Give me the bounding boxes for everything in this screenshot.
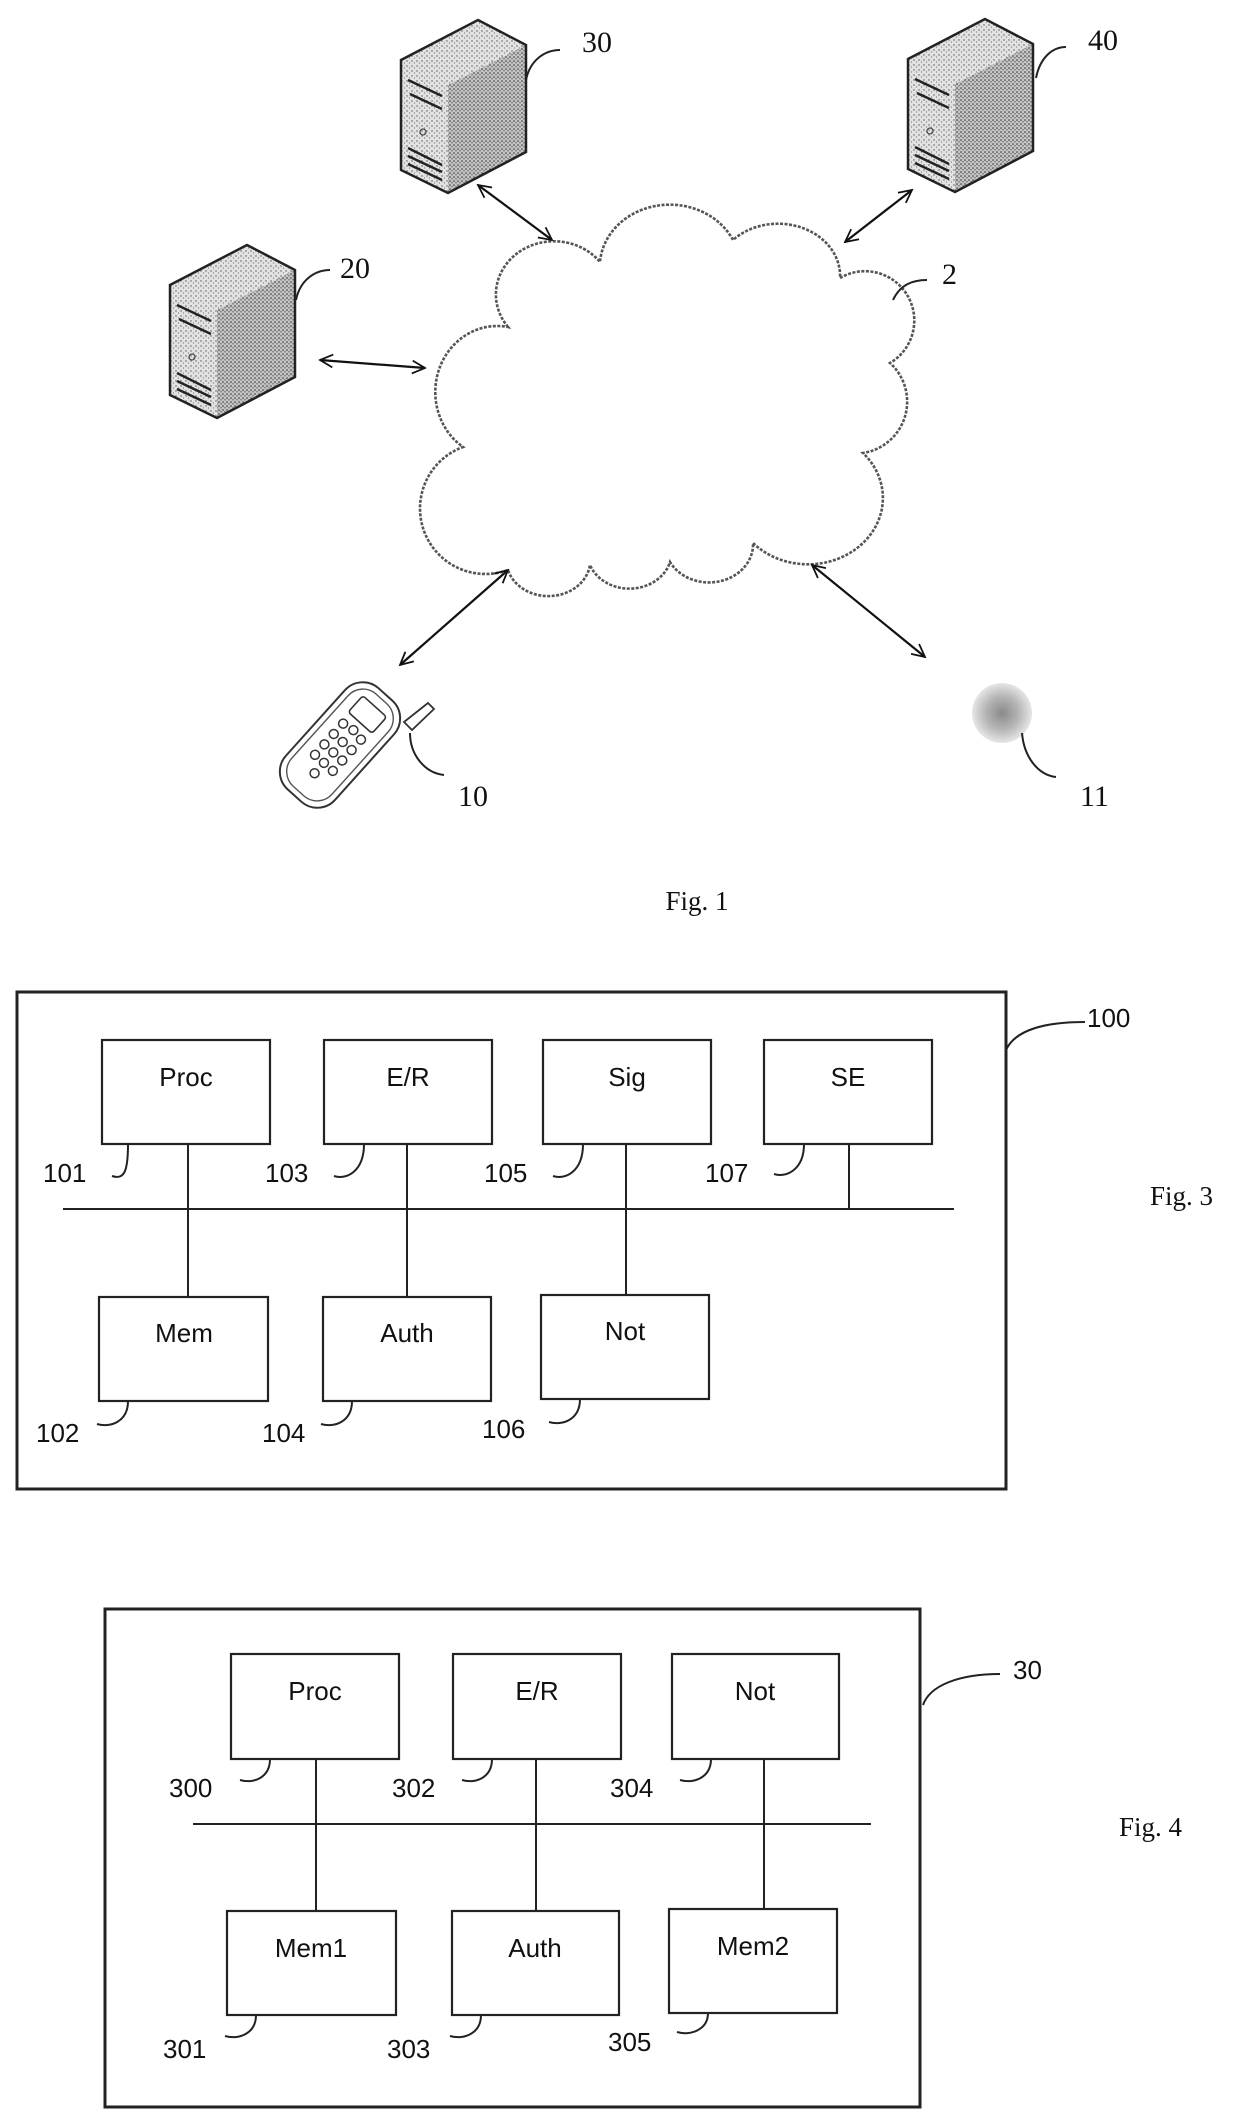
antenna-icon	[402, 701, 436, 732]
module-mem2: Mem2 305	[608, 1907, 839, 2057]
ref-leader	[224, 2014, 257, 2039]
ref-leader	[320, 1400, 353, 1427]
figure-4: 30 Proc 300 E/R 302 Not 304 Mem1 301 Aut…	[103, 1607, 1183, 2109]
module-label: E/R	[515, 1676, 558, 1706]
mobile-device-10: 10	[278, 681, 488, 813]
figure-1: 2 20 30 40 10 11 Fig. 1	[168, 17, 1118, 916]
ref-leader	[552, 1143, 584, 1178]
patent-drawing-sheet: 2 20 30 40 10 11 Fig. 1 100 Proc 101 E/R…	[15, 17, 1213, 2109]
server-20: 20	[168, 243, 370, 420]
network-cloud: 2	[418, 203, 957, 598]
module-ref: 303	[387, 2034, 430, 2064]
ref-leader	[679, 1758, 712, 1783]
ref-leader	[461, 1758, 493, 1783]
server-tower-icon	[906, 17, 1035, 194]
link-arrow-server-20	[320, 360, 425, 368]
module-label: Mem2	[717, 1931, 789, 1961]
figure-3: 100 Proc 101 E/R 103 Sig 105 SE 107 Mem …	[15, 990, 1213, 1491]
device-100-ref-label: 100	[1087, 1003, 1130, 1033]
server-30: 30	[399, 18, 612, 195]
token-leader-line	[1021, 732, 1057, 778]
server-20-ref-label: 20	[340, 252, 370, 285]
mobile-leader-line	[409, 732, 445, 776]
module-se: SE 107	[705, 1038, 934, 1188]
module-sig: Sig 105	[484, 1038, 713, 1188]
server-30-leader-line	[525, 49, 561, 81]
server-40-ref-label: 40	[1088, 24, 1118, 57]
server-40: 40	[906, 17, 1118, 194]
token-device-11: 11	[972, 683, 1109, 813]
module-ref: 305	[608, 2027, 651, 2057]
server-40-leader-line	[1035, 46, 1067, 79]
ref-leader	[773, 1143, 805, 1176]
module-ref: 304	[610, 1773, 653, 1803]
module-auth: Auth 104	[262, 1295, 493, 1448]
server-30-frame-ref-label: 30	[1013, 1655, 1042, 1685]
module-label: Sig	[608, 1062, 646, 1092]
ref-leader	[333, 1143, 365, 1178]
link-arrow-mobile-10	[400, 570, 508, 665]
module-label: SE	[831, 1062, 866, 1092]
module-ref: 104	[262, 1418, 305, 1448]
module-proc: Proc 300	[169, 1652, 401, 1803]
token-ref-label: 11	[1080, 780, 1109, 813]
module-mem: Mem 102	[36, 1295, 270, 1448]
module-label: Mem	[155, 1318, 213, 1348]
module-er: E/R 302	[392, 1652, 623, 1803]
server-30-ref-label: 30	[582, 26, 612, 59]
module-not: Not 304	[610, 1652, 841, 1803]
module-label: Auth	[508, 1933, 562, 1963]
module-not: Not 106	[482, 1293, 711, 1444]
module-ref: 103	[265, 1158, 308, 1188]
ref-leader	[96, 1400, 129, 1427]
ref-leader	[111, 1143, 129, 1178]
module-ref: 105	[484, 1158, 527, 1188]
link-arrow-token-11	[812, 565, 925, 657]
ref-leader	[449, 2014, 482, 2039]
ref-leader	[548, 1398, 581, 1425]
server-tower-icon	[168, 243, 297, 420]
module-label: Not	[735, 1676, 776, 1706]
figure-4-caption: Fig. 4	[1119, 1812, 1183, 1842]
module-mem1: Mem1 301	[163, 1909, 398, 2064]
module-ref: 102	[36, 1418, 79, 1448]
module-ref: 106	[482, 1414, 525, 1444]
module-proc: Proc 101	[43, 1038, 272, 1188]
figure-3-caption: Fig. 3	[1150, 1181, 1213, 1211]
cloud-icon	[418, 203, 916, 598]
server-tower-icon	[399, 18, 528, 195]
network-ref-label: 2	[942, 258, 957, 291]
mobile-phone-icon	[278, 681, 402, 809]
module-label: E/R	[386, 1062, 429, 1092]
module-ref: 301	[163, 2034, 206, 2064]
module-label: Proc	[159, 1062, 212, 1092]
module-label: Proc	[288, 1676, 341, 1706]
module-label: Mem1	[275, 1933, 347, 1963]
module-label: Not	[605, 1316, 646, 1346]
module-ref: 107	[705, 1158, 748, 1188]
module-label: Auth	[380, 1318, 434, 1348]
device-100-leader-line	[1005, 1021, 1086, 1051]
module-er: E/R 103	[265, 1038, 494, 1188]
mobile-ref-label: 10	[458, 780, 488, 813]
module-auth: Auth 303	[387, 1909, 621, 2064]
figure-1-caption: Fig. 1	[665, 886, 728, 916]
module-ref: 101	[43, 1158, 86, 1188]
module-ref: 302	[392, 1773, 435, 1803]
link-arrow-server-40	[845, 190, 912, 242]
server-20-leader-line	[295, 269, 331, 301]
server-30-frame-leader-line	[922, 1673, 1001, 1706]
link-arrow-server-30	[478, 185, 552, 240]
module-ref: 300	[169, 1773, 212, 1803]
ref-leader	[676, 2012, 709, 2035]
ref-leader	[239, 1758, 271, 1783]
